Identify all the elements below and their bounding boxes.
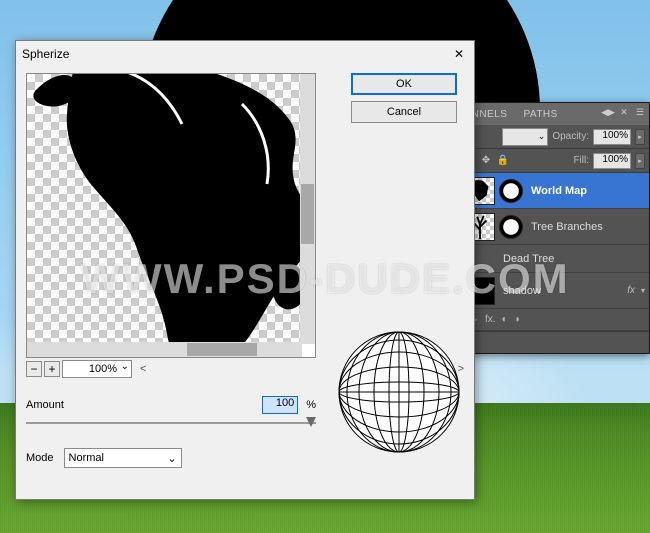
amount-row: Amount 100 % [26,396,316,414]
fill-label: Fill: [573,155,589,166]
zoom-in-button[interactable]: + [44,361,60,377]
blend-mode-dropdown[interactable]: ⌄ [502,128,548,146]
fx-expand-icon[interactable]: ▾ [641,286,645,295]
fx-badge[interactable]: fx [627,285,635,296]
dialog-title: Spherize [22,47,69,61]
panel-menu-icon[interactable]: ☰ [633,105,647,119]
fx-icon[interactable]: fx. [485,314,496,325]
layer-name-label: World Map [531,185,645,197]
close-icon[interactable]: ✕ [450,45,468,63]
layer-mask-thumb[interactable] [499,215,523,239]
zoom-out-button[interactable]: − [26,361,42,377]
dialog-titlebar[interactable]: Spherize ✕ [16,41,474,67]
preview-scrollbar-horizontal[interactable] [27,342,302,357]
amount-label: Amount [26,399,64,411]
slider-track [26,422,316,424]
layer-mask-thumb[interactable] [499,179,523,203]
preview-area [26,73,316,358]
preview-content [27,74,302,344]
opacity-value[interactable]: 100% [593,129,631,145]
dialog-button-column: OK Cancel [344,73,464,123]
zoom-select[interactable]: 100% [62,360,132,378]
scrollbar-thumb[interactable] [187,343,257,356]
amount-unit: % [306,399,316,411]
mode-select[interactable]: Normal [64,448,182,468]
dialog-body: − + 100% < > Amount 100 % Mode Normal OK… [16,67,474,474]
panel-close-icon[interactable]: ✕ [617,105,631,119]
layer-name-label: Dead Tree [503,253,645,265]
opacity-label: Opacity: [552,131,589,142]
amount-slider[interactable] [26,416,316,430]
tab-paths[interactable]: PATHS [515,105,565,124]
slider-handle[interactable] [306,417,316,427]
preview-canvas[interactable] [27,74,302,344]
mask-icon[interactable]: ◐ [502,314,508,325]
wireframe-sphere-preview [334,327,464,457]
panel-collapse-icon[interactable]: ◀▶ [601,105,615,119]
scroll-left-icon[interactable]: < [140,363,146,375]
scrollbar-thumb[interactable] [301,184,314,244]
layer-name-label: shadow [503,285,623,297]
fill-value[interactable]: 100% [593,153,631,169]
amount-input[interactable]: 100 [262,396,298,414]
preview-scrollbar-vertical[interactable] [300,74,315,344]
lock-all-icon[interactable]: 🔒 [496,154,510,168]
lock-position-icon[interactable]: ✥ [479,154,493,168]
adjustment-icon[interactable]: ◑ [514,314,520,325]
ok-button[interactable]: OK [351,73,457,95]
opacity-arrow-icon[interactable]: ▸ [635,129,645,145]
spherize-dialog: Spherize ✕ − + 100% < [15,40,475,500]
mode-label: Mode [26,452,54,464]
layer-name-label: Tree Branches [531,221,645,233]
cancel-button[interactable]: Cancel [351,101,457,123]
fill-arrow-icon[interactable]: ▸ [635,153,645,169]
